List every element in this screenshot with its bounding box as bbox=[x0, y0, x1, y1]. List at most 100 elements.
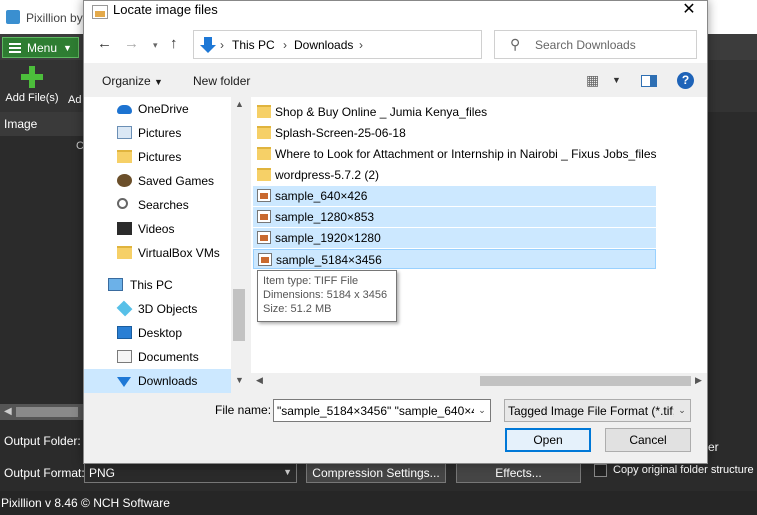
image-column-header: Image bbox=[0, 112, 84, 136]
chevron-down-icon: ⌄ bbox=[674, 400, 690, 421]
file-name: sample_5184×3456 bbox=[276, 253, 382, 267]
breadcrumb-chevron-icon[interactable]: › bbox=[220, 38, 224, 52]
breadcrumb-downloads[interactable]: Downloads bbox=[294, 38, 353, 52]
nav-item-label: Downloads bbox=[138, 374, 198, 388]
dialog-title: Locate image files bbox=[113, 2, 218, 17]
pc-icon bbox=[108, 278, 123, 291]
back-arrow-icon[interactable]: ← bbox=[97, 35, 112, 52]
app-title: Pixillion by bbox=[26, 11, 83, 25]
list-item[interactable]: sample_5184×3456 bbox=[253, 249, 656, 269]
add-files-label: Add File(s) bbox=[5, 92, 59, 104]
organize-button[interactable]: Organize ▼ bbox=[102, 74, 163, 88]
downloads-icon bbox=[117, 377, 131, 387]
scroll-thumb[interactable] bbox=[16, 407, 78, 417]
chevron-down-icon: ▼ bbox=[154, 77, 163, 87]
breadcrumb-chevron-icon[interactable]: › bbox=[359, 38, 363, 52]
cloud-icon bbox=[117, 105, 132, 114]
video-icon bbox=[117, 222, 132, 235]
scroll-left-icon[interactable]: ◀ bbox=[256, 375, 263, 386]
tooltip-item-type: Item type: TIFF File bbox=[263, 275, 359, 287]
file-name: Splash-Screen-25-06-18 bbox=[275, 126, 406, 140]
nav-item-label: OneDrive bbox=[138, 102, 189, 116]
scroll-thumb[interactable] bbox=[233, 289, 245, 341]
chevron-down-icon[interactable]: ⌄ bbox=[474, 400, 490, 421]
scroll-up-icon[interactable]: ▲ bbox=[235, 99, 244, 109]
preview-pane-icon[interactable] bbox=[641, 75, 657, 87]
list-item[interactable]: sample_640×426 bbox=[253, 186, 656, 206]
copy-folder-structure-checkbox[interactable] bbox=[594, 464, 607, 477]
up-arrow-icon[interactable]: ↑ bbox=[170, 35, 178, 52]
output-format-value: PNG bbox=[89, 466, 116, 480]
nav-item-pictures-library[interactable]: Pictures bbox=[84, 121, 231, 145]
tiff-image-icon bbox=[257, 189, 271, 202]
new-folder-button[interactable]: New folder bbox=[193, 74, 250, 88]
list-item[interactable]: sample_1280×853 bbox=[253, 207, 656, 227]
file-list-horizontal-scrollbar[interactable]: ◀ ▶ bbox=[251, 373, 707, 389]
view-options-icon[interactable]: ▦ bbox=[586, 72, 599, 89]
nav-item-pictures-folder[interactable]: Pictures bbox=[84, 145, 231, 169]
nav-item-label: Saved Games bbox=[138, 174, 215, 188]
tiff-image-icon bbox=[257, 210, 271, 223]
list-item[interactable]: wordpress-5.7.2 (2) bbox=[253, 165, 656, 185]
app-horizontal-scrollbar[interactable]: ◀ bbox=[0, 404, 84, 420]
chevron-down-icon[interactable]: ▼ bbox=[612, 75, 621, 85]
compression-settings-button[interactable]: Compression Settings... bbox=[306, 463, 446, 483]
file-name: sample_640×426 bbox=[275, 189, 368, 203]
file-info-tooltip: Item type: TIFF File Dimensions: 5184 x … bbox=[257, 270, 397, 322]
locate-image-files-dialog: Locate image files ✕ ← → ▾ ↑ › This PC ›… bbox=[83, 0, 708, 464]
file-type-select[interactable]: Tagged Image File Format (*.tif; ⌄ bbox=[504, 399, 691, 422]
effects-button[interactable]: Effects... bbox=[456, 463, 581, 483]
text-fragment: er bbox=[708, 440, 719, 454]
nav-item-documents[interactable]: Documents bbox=[84, 345, 231, 369]
cancel-button[interactable]: Cancel bbox=[605, 428, 691, 452]
organize-label: Organize bbox=[102, 74, 151, 88]
add-folder-fragment[interactable]: Ad bbox=[68, 94, 81, 106]
nav-item-saved-games[interactable]: Saved Games bbox=[84, 169, 231, 193]
breadcrumb-chevron-icon[interactable]: › bbox=[283, 38, 287, 52]
list-item[interactable]: Splash-Screen-25-06-18 bbox=[253, 123, 656, 143]
chevron-down-icon: ▼ bbox=[283, 467, 292, 477]
scroll-left-icon[interactable]: ◀ bbox=[4, 406, 12, 417]
add-files-button[interactable]: Add File(s) bbox=[4, 66, 60, 110]
list-item[interactable]: Where to Look for Attachment or Internsh… bbox=[253, 144, 657, 164]
3d-objects-icon bbox=[116, 300, 133, 317]
file-name-input[interactable]: "sample_5184×3456" "sample_640×4 ⌄ bbox=[273, 399, 491, 422]
output-format-label: Output Format: bbox=[4, 466, 85, 480]
tooltip-size: Size: 51.2 MB bbox=[263, 303, 332, 315]
help-icon[interactable]: ? bbox=[677, 72, 694, 89]
downloads-icon bbox=[200, 37, 216, 53]
nav-item-onedrive[interactable]: OneDrive bbox=[84, 97, 231, 121]
nav-item-searches[interactable]: Searches bbox=[84, 193, 231, 217]
menu-button[interactable]: Menu ▼ bbox=[2, 37, 79, 58]
nav-item-downloads[interactable]: Downloads bbox=[84, 369, 231, 393]
address-bar[interactable]: › This PC › Downloads › ⌄ ↻ bbox=[193, 30, 579, 59]
recent-locations-dropdown-icon[interactable]: ▾ bbox=[153, 40, 158, 51]
nav-item-videos[interactable]: Videos bbox=[84, 217, 231, 241]
file-list: Shop & Buy Online _ Jumia Kenya_files Sp… bbox=[251, 97, 707, 389]
nav-item-3d-objects[interactable]: 3D Objects bbox=[84, 297, 231, 321]
scroll-thumb[interactable] bbox=[480, 376, 691, 386]
scroll-right-icon[interactable]: ▶ bbox=[695, 375, 702, 386]
breadcrumb-this-pc[interactable]: This PC bbox=[232, 38, 275, 52]
nav-pane-scrollbar[interactable]: ▲ ▼ bbox=[231, 97, 247, 389]
list-item[interactable]: sample_1920×1280 bbox=[253, 228, 656, 248]
forward-arrow-icon[interactable]: → bbox=[124, 35, 139, 52]
file-name: Shop & Buy Online _ Jumia Kenya_files bbox=[275, 105, 488, 119]
nav-item-this-pc[interactable]: This PC bbox=[84, 273, 231, 297]
file-name: Where to Look for Attachment or Internsh… bbox=[275, 147, 657, 161]
games-icon bbox=[117, 174, 132, 187]
nav-item-label: 3D Objects bbox=[138, 302, 198, 316]
search-icon: ⚲ bbox=[510, 36, 521, 52]
scroll-down-icon[interactable]: ▼ bbox=[235, 375, 244, 385]
folder-icon bbox=[257, 105, 271, 118]
open-button[interactable]: Open bbox=[505, 428, 591, 452]
nav-item-label: Documents bbox=[138, 350, 199, 364]
list-item[interactable]: Shop & Buy Online _ Jumia Kenya_files bbox=[253, 102, 656, 122]
close-icon[interactable]: ✕ bbox=[674, 1, 704, 21]
file-name-label: File name: bbox=[215, 403, 272, 417]
nav-item-desktop[interactable]: Desktop bbox=[84, 321, 231, 345]
nav-item-virtualbox-vms[interactable]: VirtualBox VMs bbox=[84, 241, 231, 265]
output-format-select[interactable]: PNG ▼ bbox=[84, 463, 297, 483]
search-box[interactable]: ⚲ Search Downloads bbox=[494, 30, 697, 59]
documents-icon bbox=[117, 350, 132, 363]
